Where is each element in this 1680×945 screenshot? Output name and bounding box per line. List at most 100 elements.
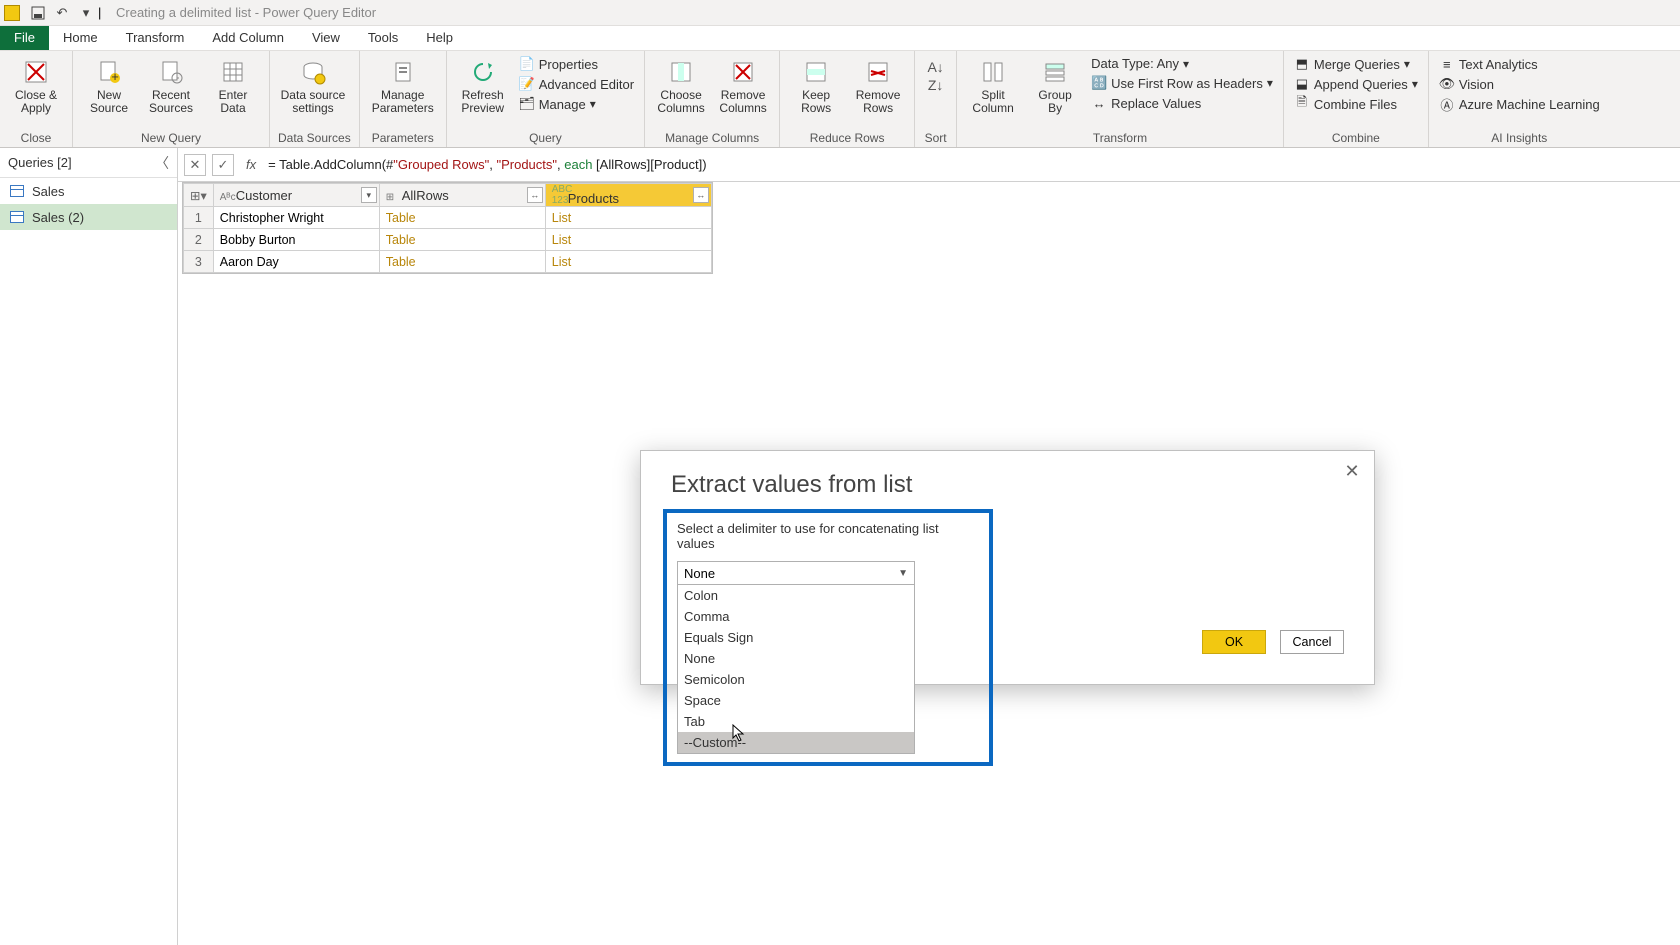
expand-icon[interactable]: ↔ — [693, 187, 709, 203]
choose-columns-icon — [666, 57, 696, 87]
col-allrows[interactable]: ⊞AllRows↔ — [379, 184, 545, 207]
replace-values-button[interactable]: ↔Replace Values — [1089, 94, 1275, 112]
remove-rows-icon — [863, 57, 893, 87]
remove-columns-button[interactable]: Remove Columns — [715, 53, 771, 115]
cell-allrows[interactable]: Table — [379, 207, 545, 229]
headers-icon: 🔠 — [1091, 75, 1107, 91]
sort-desc-button[interactable]: Z↓ — [928, 77, 944, 93]
manage-query-button[interactable]: 🗂Manage ▾ — [517, 95, 636, 113]
svg-text:+: + — [111, 69, 119, 84]
qat-dropdown[interactable]: ▾ — [76, 3, 96, 23]
cell-allrows[interactable]: Table — [379, 251, 545, 273]
delimiter-options: Colon Comma Equals Sign None Semicolon S… — [677, 585, 915, 754]
option-space[interactable]: Space — [678, 690, 914, 711]
table-icon — [10, 185, 24, 197]
group-query-label: Query — [455, 131, 636, 147]
type-any-icon: ABC123 — [552, 184, 568, 206]
data-source-settings-button[interactable]: Data source settings — [278, 53, 348, 115]
vision-button[interactable]: 👁Vision — [1437, 75, 1602, 93]
groupby-icon — [1040, 57, 1070, 87]
query-item-sales2[interactable]: Sales (2) — [0, 204, 177, 230]
cell-customer[interactable]: Christopher Wright — [213, 207, 379, 229]
delimiter-combo[interactable]: None ▼ — [677, 561, 915, 585]
col-customer[interactable]: AᴮᴄCustomer▾ — [213, 184, 379, 207]
collapse-queries-button[interactable]: 〈 — [155, 153, 169, 173]
choose-columns-button[interactable]: Choose Columns — [653, 53, 709, 115]
new-source-button[interactable]: + New Source — [81, 53, 137, 115]
option-equals[interactable]: Equals Sign — [678, 627, 914, 648]
append-queries-button[interactable]: ⬓Append Queries ▾ — [1292, 75, 1420, 93]
group-close-label: Close — [8, 131, 64, 147]
formula-bar: ✕ ✓ fx = Table.AddColumn(#"Grouped Rows"… — [178, 148, 1680, 182]
cancel-button[interactable]: Cancel — [1280, 630, 1344, 654]
qat-undo[interactable]: ↶ — [52, 3, 72, 23]
new-source-icon: + — [94, 57, 124, 87]
option-colon[interactable]: Colon — [678, 585, 914, 606]
group-reducerows-label: Reduce Rows — [788, 131, 906, 147]
enter-data-button[interactable]: Enter Data — [205, 53, 261, 115]
type-table-icon: ⊞ — [386, 192, 402, 203]
merge-queries-button[interactable]: ⬒Merge Queries ▾ — [1292, 55, 1420, 73]
properties-button[interactable]: 📄Properties — [517, 55, 636, 73]
app-icon — [4, 5, 20, 21]
ok-button[interactable]: OK — [1202, 630, 1266, 654]
manage-parameters-button[interactable]: Manage Parameters — [368, 53, 438, 115]
sort-asc-button[interactable]: A↓ — [927, 59, 943, 75]
split-column-button[interactable]: Split Column — [965, 53, 1021, 115]
tab-home[interactable]: Home — [49, 26, 112, 50]
expand-icon[interactable]: ↔ — [527, 187, 543, 203]
advanced-editor-button[interactable]: 📝Advanced Editor — [517, 75, 636, 93]
table-row[interactable]: 1 Christopher Wright Table List — [184, 207, 712, 229]
option-custom[interactable]: --Custom-- — [678, 732, 914, 753]
tab-view[interactable]: View — [298, 26, 354, 50]
tab-add-column[interactable]: Add Column — [198, 26, 298, 50]
cell-products[interactable]: List — [545, 229, 711, 251]
remove-rows-button[interactable]: Remove Rows — [850, 53, 906, 115]
azure-ml-button[interactable]: ⒶAzure Machine Learning — [1437, 95, 1602, 113]
option-semicolon[interactable]: Semicolon — [678, 669, 914, 690]
group-combine-label: Combine — [1292, 131, 1420, 147]
datatype-button[interactable]: Data Type: Any ▾ — [1089, 55, 1275, 72]
text-analytics-button[interactable]: ≡Text Analytics — [1437, 55, 1602, 73]
recent-sources-button[interactable]: Recent Sources — [143, 53, 199, 115]
group-transform-label: Transform — [965, 131, 1275, 147]
cancel-formula-button[interactable]: ✕ — [184, 154, 206, 176]
table-row[interactable]: 3 Aaron Day Table List — [184, 251, 712, 273]
option-comma[interactable]: Comma — [678, 606, 914, 627]
cell-products[interactable]: List — [545, 251, 711, 273]
formula-text[interactable]: = Table.AddColumn(#"Grouped Rows", "Prod… — [268, 157, 706, 173]
vision-icon: 👁 — [1439, 76, 1455, 92]
cell-products[interactable]: List — [545, 207, 711, 229]
commit-formula-button[interactable]: ✓ — [212, 154, 234, 176]
keep-rows-button[interactable]: Keep Rows — [788, 53, 844, 115]
menu-bar: File Home Transform Add Column View Tool… — [0, 26, 1680, 50]
cell-customer[interactable]: Aaron Day — [213, 251, 379, 273]
extract-values-dialog: ✕ Extract values from list Select a deli… — [640, 450, 1375, 685]
close-apply-button[interactable]: Close & Apply — [8, 53, 64, 115]
table-row[interactable]: 2 Bobby Burton Table List — [184, 229, 712, 251]
col-products[interactable]: ABC123Products↔ — [545, 184, 711, 207]
tab-file[interactable]: File — [0, 26, 49, 50]
option-none[interactable]: None — [678, 648, 914, 669]
qat-save[interactable] — [28, 3, 48, 23]
properties-icon: 📄 — [519, 56, 535, 72]
filter-dropdown-icon[interactable]: ▾ — [361, 187, 377, 203]
group-ai-label: AI Insights — [1437, 131, 1602, 147]
dialog-close-button[interactable]: ✕ — [1340, 459, 1364, 483]
option-tab[interactable]: Tab — [678, 711, 914, 732]
tab-tools[interactable]: Tools — [354, 26, 412, 50]
combine-files-button[interactable]: 🗎Combine Files — [1292, 95, 1420, 113]
tab-help[interactable]: Help — [412, 26, 467, 50]
first-row-headers-button[interactable]: 🔠Use First Row as Headers ▾ — [1089, 74, 1275, 92]
refresh-preview-button[interactable]: Refresh Preview — [455, 53, 511, 115]
tab-transform[interactable]: Transform — [112, 26, 199, 50]
query-item-sales[interactable]: Sales — [0, 178, 177, 204]
group-parameters-label: Parameters — [368, 131, 438, 147]
chevron-down-icon: ▼ — [898, 568, 908, 579]
cell-allrows[interactable]: Table — [379, 229, 545, 251]
data-grid[interactable]: ⊞▾ AᴮᴄCustomer▾ ⊞AllRows↔ ABC123Products… — [182, 182, 713, 274]
corner-cell[interactable]: ⊞▾ — [184, 184, 214, 207]
group-by-button[interactable]: Group By — [1027, 53, 1083, 115]
group-newquery-label: New Query — [81, 131, 261, 147]
cell-customer[interactable]: Bobby Burton — [213, 229, 379, 251]
